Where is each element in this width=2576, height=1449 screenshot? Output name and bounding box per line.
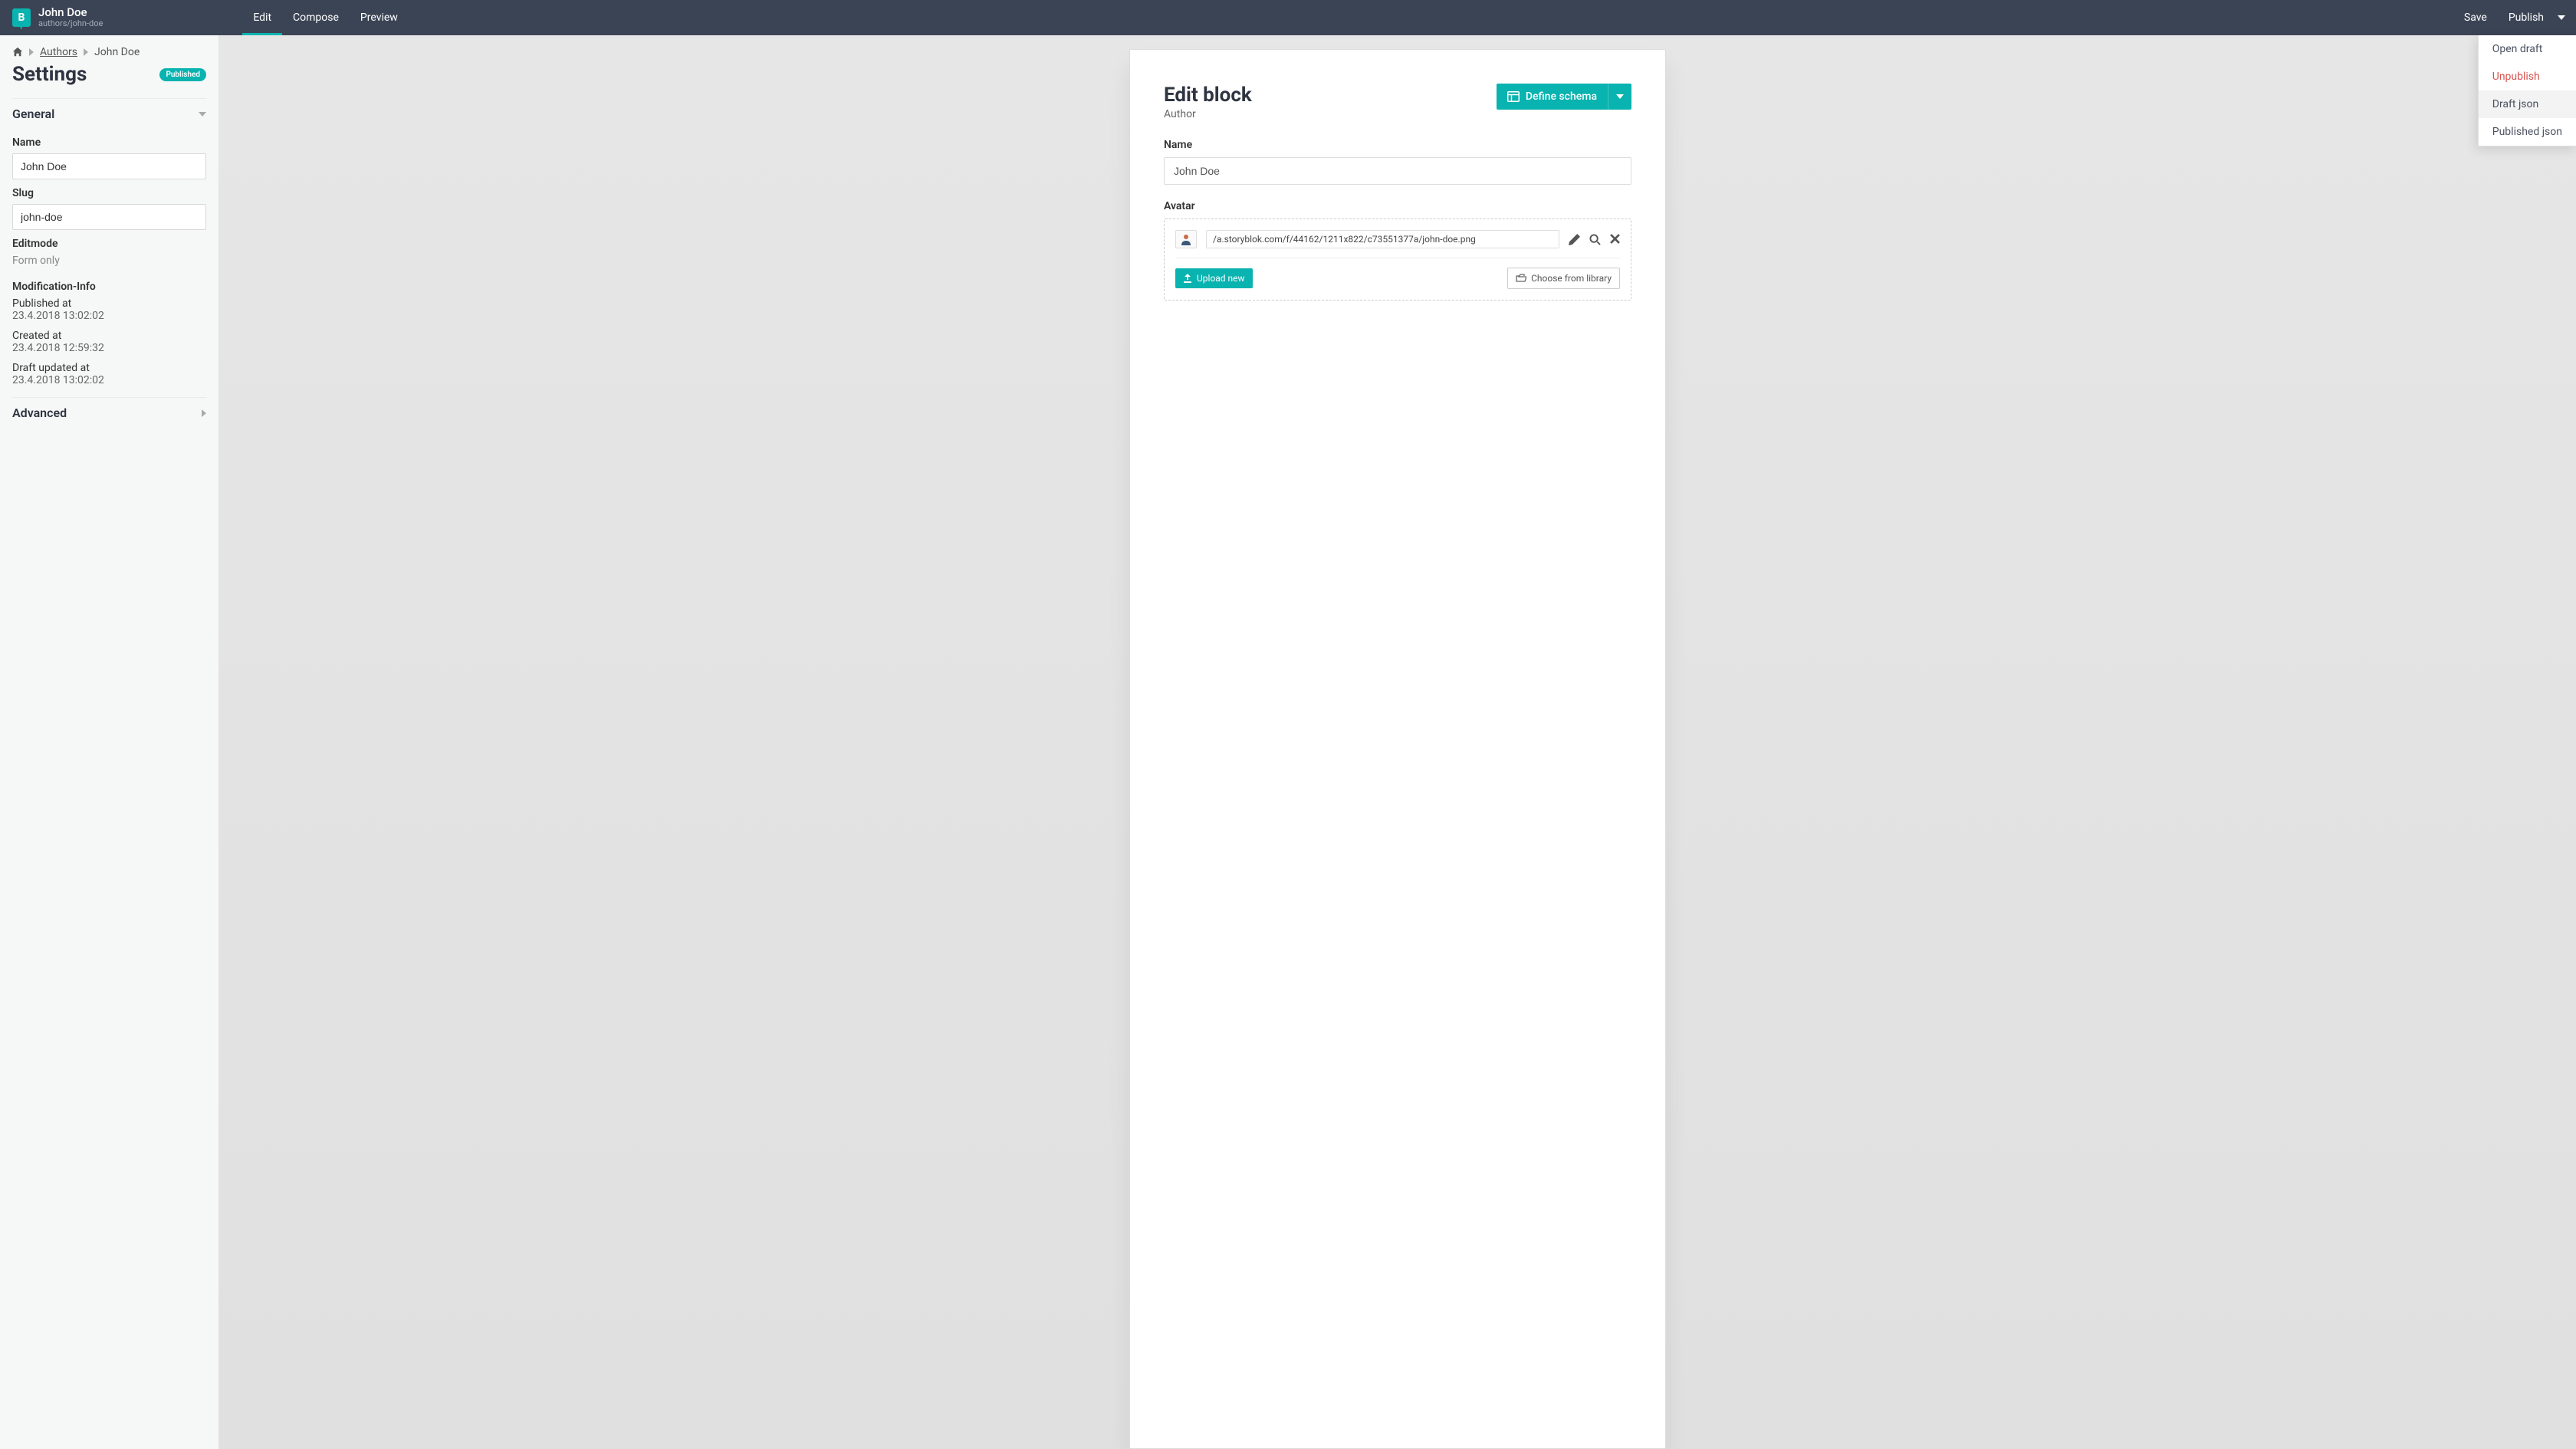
avatar-url-input[interactable]: [1206, 230, 1559, 248]
section-general-title: General: [12, 107, 54, 121]
panel-header: Edit block Author Define schema: [1164, 84, 1631, 120]
avatar-asset-footer: Upload new Choose from library: [1175, 268, 1620, 289]
slug-input[interactable]: [12, 204, 206, 230]
editmode-label: Editmode: [12, 238, 206, 250]
editor-canvas: Edit block Author Define schema: [219, 35, 2576, 1449]
tab-preview[interactable]: Preview: [350, 0, 409, 35]
field-avatar-label: Avatar: [1164, 200, 1631, 212]
topbar-title: John Doe authors/john-doe: [38, 6, 103, 29]
modinfo-created-value: 23.4.2018 12:59:32: [12, 342, 206, 354]
edit-asset-button[interactable]: [1569, 234, 1580, 245]
name-label: Name: [12, 136, 206, 149]
breadcrumb-authors-link[interactable]: Authors: [40, 46, 77, 58]
pencil-icon: [1569, 234, 1580, 245]
dropdown-unpublish[interactable]: Unpublish: [2479, 63, 2576, 90]
field-name-input[interactable]: [1164, 157, 1631, 185]
modinfo-published-label: Published at: [12, 297, 206, 310]
chevron-right-icon: [84, 48, 88, 56]
define-schema-label: Define schema: [1526, 90, 1597, 103]
status-badge: Published: [159, 68, 206, 81]
modinfo-published: Published at 23.4.2018 13:02:02: [12, 297, 206, 322]
topbar-tabs: Edit Compose Preview: [242, 0, 409, 35]
caret-down-icon: [2558, 15, 2565, 20]
avatar-asset-actions: [1569, 234, 1620, 245]
modinfo-title: Modification-Info: [12, 281, 206, 293]
dropdown-label: Draft json: [2492, 98, 2538, 110]
slug-label: Slug: [12, 187, 206, 199]
topbar-actions: Save Publish: [2453, 0, 2576, 35]
tab-edit[interactable]: Edit: [242, 0, 282, 35]
dropdown-draft-json[interactable]: Draft json: [2479, 90, 2576, 118]
app-logo[interactable]: B: [12, 8, 31, 27]
modinfo-draft: Draft updated at 23.4.2018 13:02:02: [12, 362, 206, 386]
caret-right-icon: [202, 409, 206, 417]
publish-label: Publish: [2509, 12, 2544, 24]
define-schema-more[interactable]: [1608, 84, 1631, 110]
modinfo-created-label: Created at: [12, 330, 206, 342]
save-label: Save: [2464, 12, 2487, 24]
app-logo-letter: B: [18, 12, 25, 24]
modinfo-created: Created at 23.4.2018 12:59:32: [12, 330, 206, 354]
editmode-value: Form only: [12, 255, 206, 267]
schema-icon: [1507, 91, 1520, 102]
modinfo-published-value: 23.4.2018 13:02:02: [12, 310, 206, 322]
upload-new-button[interactable]: Upload new: [1175, 268, 1253, 288]
section-general-body: Name Slug Editmode Form only Modificatio…: [12, 136, 206, 386]
section-advanced-title: Advanced: [12, 406, 67, 420]
caret-down-icon: [1616, 94, 1624, 99]
page-path: authors/john-doe: [38, 19, 103, 29]
modinfo-draft-value: 23.4.2018 13:02:02: [12, 374, 206, 386]
avatar-thumbnail[interactable]: [1175, 230, 1197, 248]
publish-more-button[interactable]: [2555, 0, 2576, 35]
tab-label: Compose: [293, 12, 339, 24]
remove-asset-button[interactable]: [1610, 234, 1620, 245]
dropdown-label: Open draft: [2492, 43, 2543, 55]
tab-label: Preview: [360, 12, 398, 24]
page-title: John Doe: [38, 6, 103, 19]
breadcrumb: Authors John Doe: [12, 46, 206, 58]
panel-titles: Edit block Author: [1164, 84, 1252, 120]
tab-compose[interactable]: Compose: [282, 0, 350, 35]
save-button[interactable]: Save: [2453, 0, 2498, 35]
settings-sidebar: Authors John Doe Settings Published Gene…: [0, 35, 219, 1449]
section-general-header[interactable]: General: [12, 98, 206, 129]
publish-dropdown: Open draft Unpublish Draft json Publishe…: [2478, 35, 2576, 146]
avatar-asset-box: Upload new Choose from library: [1164, 219, 1631, 301]
edit-block-panel: Edit block Author Define schema: [1129, 49, 1666, 1449]
field-name-label: Name: [1164, 139, 1631, 151]
panel-subtitle: Author: [1164, 108, 1252, 120]
upload-icon: [1183, 274, 1192, 283]
settings-heading-row: Settings Published: [12, 63, 206, 86]
upload-new-label: Upload new: [1197, 273, 1245, 284]
dropdown-published-json[interactable]: Published json: [2479, 118, 2576, 146]
choose-from-library-label: Choose from library: [1531, 273, 1612, 284]
topbar: B John Doe authors/john-doe Edit Compose…: [0, 0, 2576, 35]
tab-label: Edit: [253, 12, 271, 24]
dropdown-label: Published json: [2492, 126, 2562, 138]
define-schema-button[interactable]: Define schema: [1497, 84, 1608, 110]
close-icon: [1610, 234, 1620, 244]
choose-from-library-button[interactable]: Choose from library: [1507, 268, 1620, 289]
search-icon: [1589, 234, 1601, 245]
dropdown-open-draft[interactable]: Open draft: [2479, 35, 2576, 63]
body-area: Authors John Doe Settings Published Gene…: [0, 35, 2576, 1449]
chevron-right-icon: [29, 48, 34, 56]
settings-heading: Settings: [12, 63, 87, 86]
publish-button[interactable]: Publish: [2498, 0, 2555, 35]
section-advanced-header[interactable]: Advanced: [12, 397, 206, 428]
folder-open-icon: [1516, 274, 1526, 283]
name-input[interactable]: [12, 153, 206, 179]
search-asset-button[interactable]: [1589, 234, 1601, 245]
panel-title: Edit block: [1164, 84, 1252, 107]
topbar-left: B John Doe authors/john-doe: [0, 0, 112, 35]
dropdown-label: Unpublish: [2492, 71, 2540, 83]
caret-down-icon: [199, 112, 206, 117]
person-icon: [1180, 233, 1192, 245]
avatar-asset-row: [1175, 230, 1620, 258]
home-icon[interactable]: [12, 47, 23, 58]
modinfo-draft-label: Draft updated at: [12, 362, 206, 374]
define-schema-group: Define schema: [1497, 84, 1631, 110]
breadcrumb-current: John Doe: [94, 46, 140, 58]
